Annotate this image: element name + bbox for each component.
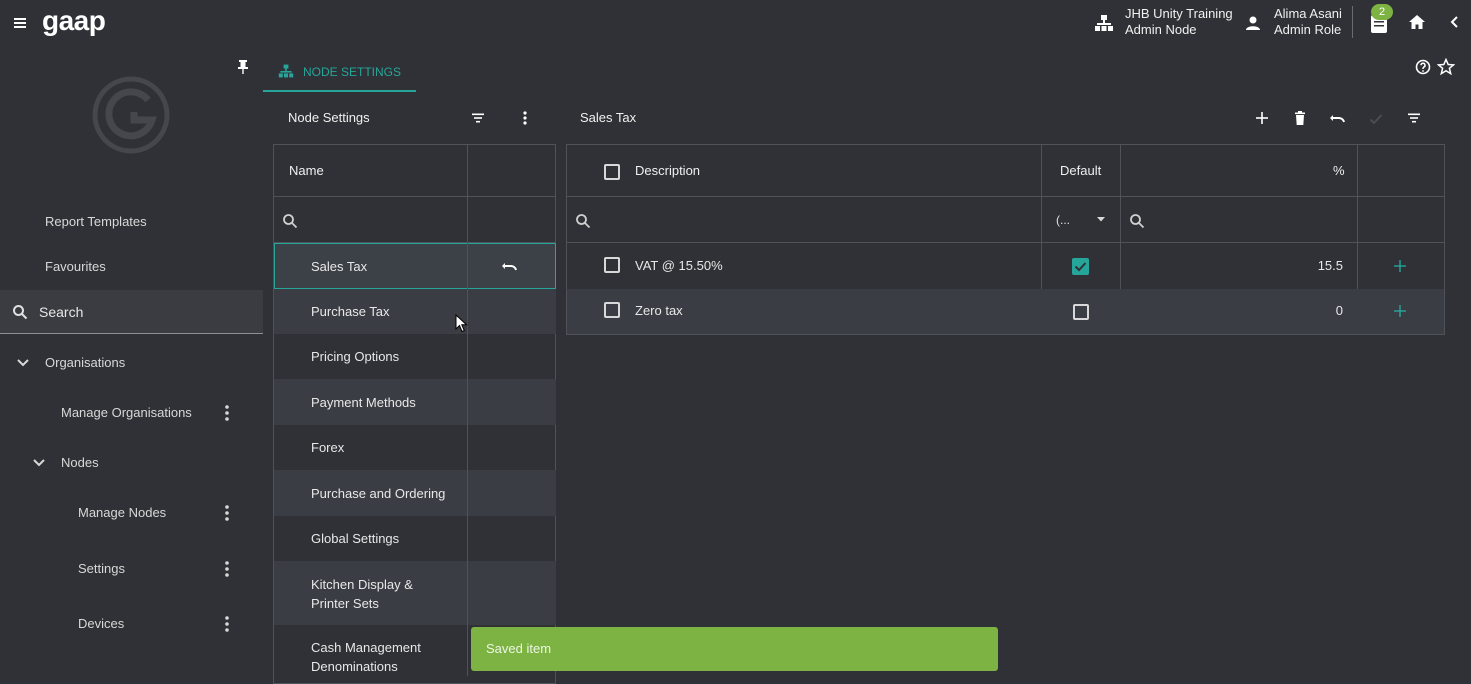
chevron-down-icon[interactable]: [16, 357, 30, 369]
list-item[interactable]: Pricing Options: [274, 334, 556, 379]
list-item-label: Sales Tax: [311, 259, 368, 274]
table-row[interactable]: Zero tax 0: [567, 289, 1444, 334]
list-item[interactable]: Purchase Tax: [274, 289, 556, 334]
list-item-label: Forex: [311, 440, 345, 455]
node-name: JHB Unity Training: [1125, 6, 1233, 21]
default-filter-value: (...: [1056, 213, 1070, 227]
node-hierarchy-icon: [278, 63, 294, 79]
user-icon: [1244, 14, 1262, 32]
divider: [273, 196, 556, 197]
column-header-name[interactable]: Name: [289, 163, 324, 178]
sidebar-item-nodes[interactable]: Nodes: [61, 455, 99, 470]
add-icon[interactable]: [1393, 304, 1407, 318]
saved-toast: Saved item: [471, 627, 998, 671]
right-panel-title: Sales Tax: [580, 110, 637, 125]
list-item-label: Cash Management Denominations: [311, 640, 421, 674]
row-checkbox[interactable]: [604, 302, 620, 318]
sidebar-search-input[interactable]: Search: [0, 290, 263, 334]
user-role: Admin Role: [1274, 22, 1342, 37]
default-checkbox-checked[interactable]: [1072, 258, 1089, 275]
sidebar-item-manage-organisations[interactable]: Manage Organisations: [61, 405, 192, 420]
sidebar-item-report-templates[interactable]: Report Templates: [45, 214, 147, 229]
column-header-percent[interactable]: %: [1333, 163, 1345, 178]
home-icon[interactable]: [1408, 13, 1426, 31]
list-item[interactable]: Sales Tax: [274, 243, 556, 289]
list-item[interactable]: Forex: [274, 425, 556, 470]
tax-percent: 0: [1335, 303, 1343, 318]
chevron-down-icon[interactable]: [32, 457, 46, 469]
list-item-label: Purchase and Ordering: [311, 486, 446, 501]
node-info[interactable]: JHB Unity Training Admin Node: [1125, 6, 1233, 38]
pin-icon[interactable]: [236, 58, 250, 76]
list-item[interactable]: Payment Methods: [274, 379, 556, 425]
search-icon[interactable]: [1129, 213, 1145, 229]
node-hierarchy-icon: [1094, 13, 1114, 33]
gaap-logo: gaap: [42, 5, 106, 36]
divider: [467, 144, 468, 676]
list-item-label: Purchase Tax: [311, 304, 390, 319]
tax-percent: 15.5: [1317, 258, 1343, 273]
row-checkbox[interactable]: [604, 257, 620, 273]
tax-description: Zero tax: [635, 303, 683, 318]
undo-icon[interactable]: [501, 258, 519, 274]
notification-badge: 2: [1371, 4, 1393, 20]
sidebar-item-favourites[interactable]: Favourites: [45, 259, 106, 274]
sidebar: Report Templates Favourites Search Organ…: [0, 46, 263, 676]
search-label: Search: [39, 304, 84, 320]
company-logo-icon: [92, 76, 170, 154]
add-icon[interactable]: [1393, 259, 1407, 273]
more-vert-icon[interactable]: [220, 404, 234, 422]
tab-node-settings[interactable]: NODE SETTINGS: [263, 54, 416, 92]
tax-description: VAT @ 15.50%: [635, 258, 723, 273]
node-role: Admin Node: [1125, 22, 1197, 37]
mouse-cursor-icon: [455, 314, 469, 334]
default-checkbox[interactable]: [1073, 304, 1089, 320]
default-filter-select[interactable]: (...: [1042, 197, 1120, 242]
filter-icon[interactable]: [470, 110, 486, 126]
column-header-default[interactable]: Default: [1060, 163, 1101, 178]
more-vert-icon[interactable]: [220, 615, 234, 633]
divider: [566, 196, 1445, 197]
user-info[interactable]: Alima Asani Admin Role: [1274, 6, 1342, 38]
divider: [1352, 6, 1353, 38]
list-item-label: Pricing Options: [311, 349, 400, 364]
delete-icon[interactable]: [1292, 110, 1308, 126]
add-icon[interactable]: [1254, 110, 1270, 126]
top-bar: gaap JHB Unity Training Admin Node Alima…: [0, 0, 1471, 46]
left-panel-title: Node Settings: [288, 110, 370, 125]
list-item[interactable]: Global Settings: [274, 516, 556, 561]
toast-message: Saved item: [486, 641, 552, 656]
list-item[interactable]: Kitchen Display & Printer Sets: [274, 561, 556, 625]
hamburger-menu-icon[interactable]: [12, 14, 30, 32]
arrow-drop-down-icon: [1095, 213, 1107, 225]
sidebar-item-organisations[interactable]: Organisations: [45, 355, 125, 370]
check-icon[interactable]: [1368, 111, 1384, 127]
filter-icon[interactable]: [1406, 110, 1422, 126]
list-item[interactable]: Purchase and Ordering: [274, 470, 556, 516]
select-all-checkbox[interactable]: [604, 164, 620, 180]
list-item-label: Payment Methods: [311, 395, 416, 410]
search-icon[interactable]: [282, 213, 298, 229]
list-item-label: Kitchen Display & Printer Sets: [311, 577, 413, 611]
search-icon: [12, 304, 28, 320]
star-icon[interactable]: [1437, 58, 1455, 76]
sidebar-item-settings[interactable]: Settings: [78, 561, 125, 576]
column-header-description[interactable]: Description: [635, 163, 700, 178]
table-row[interactable]: VAT @ 15.50% 15.5: [567, 243, 1444, 289]
help-icon[interactable]: [1415, 59, 1431, 75]
sidebar-item-devices[interactable]: Devices: [78, 616, 124, 631]
search-icon[interactable]: [575, 213, 591, 229]
more-vert-icon[interactable]: [220, 504, 234, 522]
list-item-label: Global Settings: [311, 531, 400, 546]
chevron-left-icon[interactable]: [1448, 14, 1462, 30]
more-vert-icon[interactable]: [220, 560, 234, 578]
undo-icon[interactable]: [1329, 110, 1347, 126]
more-vert-icon[interactable]: [518, 109, 532, 127]
tab-label: NODE SETTINGS: [303, 65, 402, 79]
user-name: Alima Asani: [1274, 6, 1342, 21]
sidebar-item-manage-nodes[interactable]: Manage Nodes: [78, 505, 166, 520]
